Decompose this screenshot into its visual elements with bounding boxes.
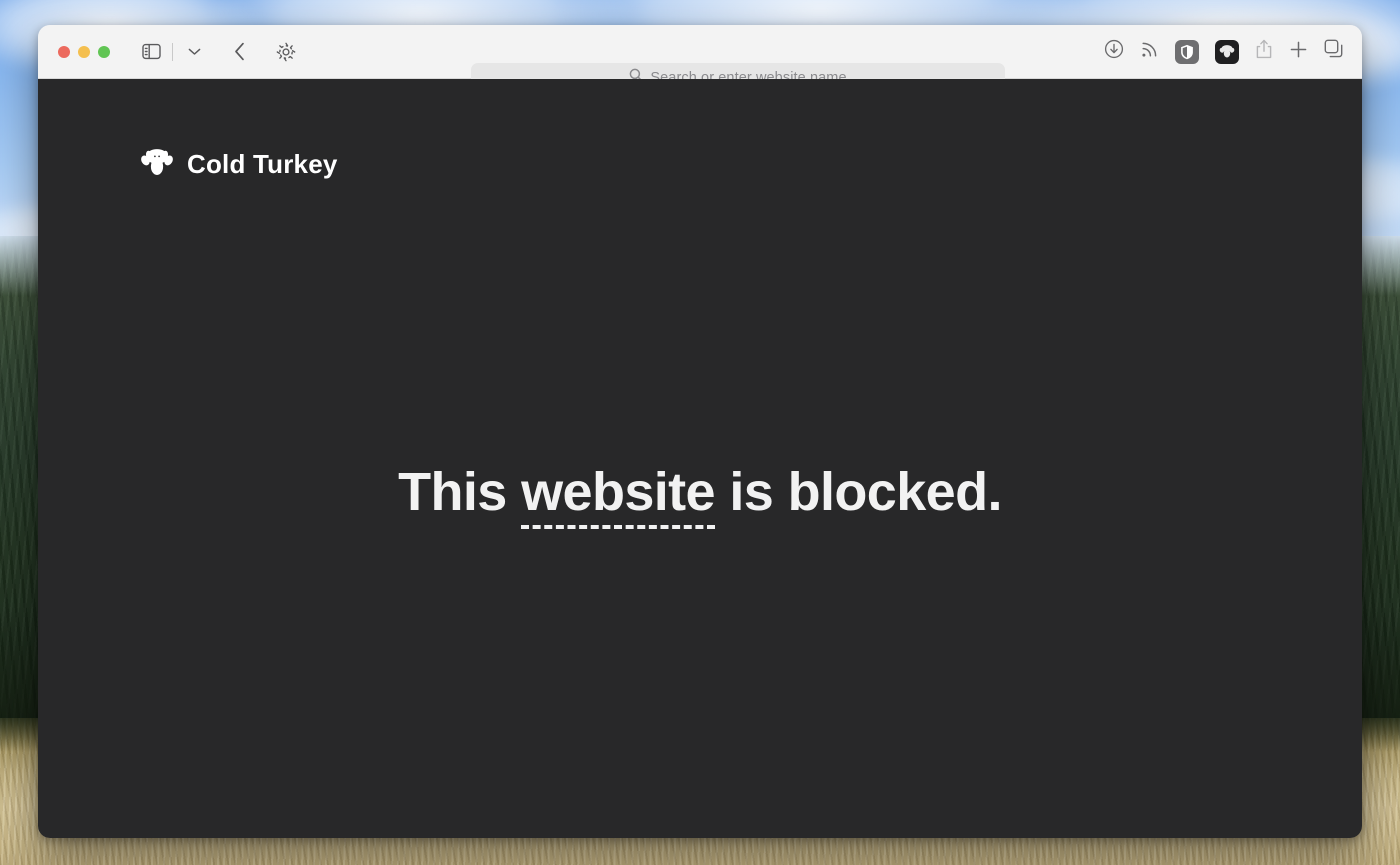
blocked-message-prefix: This: [398, 462, 522, 522]
share-icon[interactable]: [1255, 39, 1273, 64]
chevron-down-icon[interactable]: [179, 38, 209, 66]
sidebar-icon[interactable]: [136, 38, 166, 66]
close-window-button[interactable]: [58, 45, 70, 58]
window-traffic-lights: [58, 45, 110, 58]
back-chevron-icon[interactable]: [225, 38, 255, 66]
toolbar-divider: [172, 42, 173, 61]
desktop-wallpaper: Search or enter website name Cold Turkey…: [0, 0, 1400, 865]
plus-icon[interactable]: [1289, 40, 1308, 64]
tab-overview-icon[interactable]: [1324, 39, 1344, 64]
blocked-message: This website is blocked.: [38, 461, 1362, 529]
gear-icon[interactable]: [271, 38, 301, 66]
cold-turkey-brand-name: Cold Turkey: [187, 149, 338, 179]
rss-icon[interactable]: [1140, 40, 1159, 64]
toolbar-right-controls: [1104, 39, 1344, 64]
safari-window: Search or enter website name Cold Turkey…: [38, 25, 1362, 838]
download-icon[interactable]: [1104, 39, 1124, 64]
cold-turkey-icon[interactable]: [1215, 39, 1239, 64]
cold-turkey-block-page: Cold Turkey This website is blocked.: [38, 79, 1362, 838]
browser-toolbar: Search or enter website name: [38, 25, 1362, 92]
zoom-window-button[interactable]: [98, 45, 110, 58]
cold-turkey-brand: Cold Turkey: [140, 147, 338, 182]
toolbar-left-controls: [136, 38, 301, 66]
minimize-window-button[interactable]: [78, 45, 90, 58]
blocked-message-suffix: is blocked.: [714, 462, 1002, 522]
blocked-message-emphasis: website: [521, 462, 716, 529]
cold-turkey-logo: [140, 147, 174, 182]
shield-icon[interactable]: [1175, 39, 1199, 64]
